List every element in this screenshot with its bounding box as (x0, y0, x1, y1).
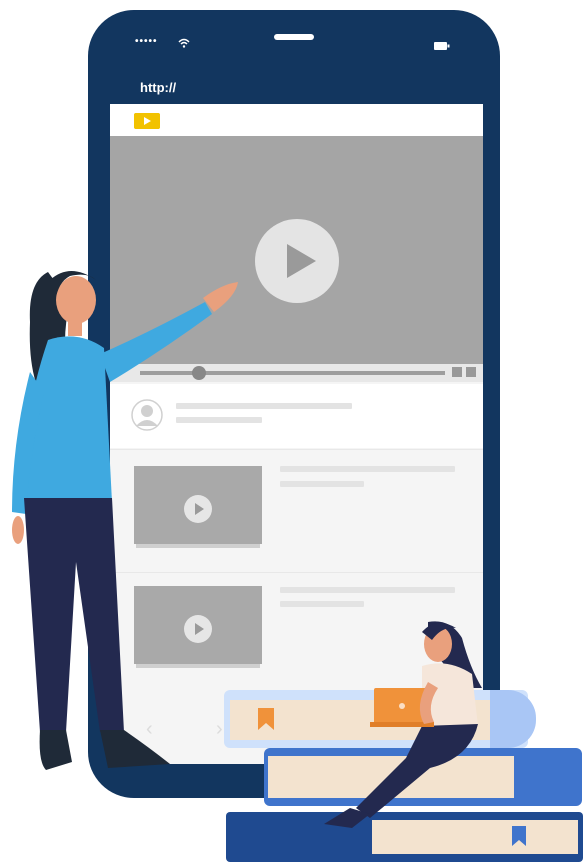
fullscreen-icon[interactable] (466, 367, 476, 377)
address-text: http:// (140, 80, 177, 95)
bookmark-icon (512, 826, 526, 846)
wifi-icon (178, 38, 190, 48)
site-header (110, 104, 483, 136)
recommended-title-placeholder (280, 466, 455, 472)
video-logo-icon (134, 113, 160, 129)
play-icon[interactable] (254, 218, 340, 304)
sitting-woman-illustration (324, 621, 482, 828)
recommended-meta-placeholder (280, 601, 364, 607)
signal-indicator: ••••• (135, 36, 158, 47)
battery-icon (434, 42, 450, 50)
standing-woman-illustration (12, 271, 238, 770)
phone-speaker (274, 34, 314, 40)
book-spine (490, 690, 536, 748)
recommended-meta-placeholder (280, 481, 364, 487)
settings-icon[interactable] (452, 367, 462, 377)
bookmark-icon (258, 708, 274, 730)
recommended-title-placeholder (280, 587, 455, 593)
